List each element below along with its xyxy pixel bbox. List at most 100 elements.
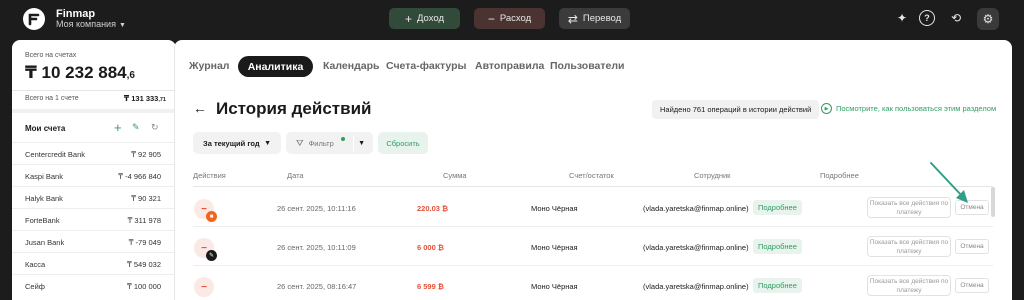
chevron-down-icon: ▼ <box>358 139 365 147</box>
active-filter-dot <box>341 137 345 141</box>
refresh-icon[interactable]: ↻ <box>151 122 159 133</box>
tab-users[interactable]: Пользователи <box>550 60 624 72</box>
divider <box>12 109 176 113</box>
account-item[interactable]: Centercredit Bank ₸ 92 905 <box>12 142 176 164</box>
account-item[interactable]: Halyk Bank ₸ 90 321 <box>12 186 176 208</box>
page-title: История действий <box>216 99 372 118</box>
column-header-account: Счет/остаток <box>569 171 614 180</box>
account-name: ForteBank <box>25 216 60 225</box>
account-value: ₸ -79 049 <box>128 238 161 247</box>
cancel-action-button[interactable]: Отмена <box>955 239 989 254</box>
transfer-icon: ⇄ <box>567 11 578 26</box>
tab-calendar[interactable]: Календарь <box>323 60 379 72</box>
chevron-down-icon: ▼ <box>118 22 126 29</box>
chevron-down-icon: ▼ <box>264 139 271 147</box>
plus-icon: + <box>405 11 413 26</box>
account-name: Halyk Bank <box>25 194 63 203</box>
total-balance-label: Всего на счетах <box>25 52 77 59</box>
row-sum: 220.03 ₿ <box>417 204 449 213</box>
column-header-details: Подробнее <box>820 171 859 180</box>
table-row: − 26 сент. 2025, 08:16:47 6 599 ₿ Моно Ч… <box>175 267 995 300</box>
account-name: Centercredit Bank <box>25 150 86 159</box>
row-date: 26 сент. 2025, 10:11:16 <box>277 204 356 213</box>
row-employee: (vlada.yaretska@finmap.online) <box>643 204 749 213</box>
help-video-link[interactable]: ▶ Посмотрите, как пользоваться этим разде… <box>821 103 996 114</box>
add-account-icon[interactable]: + <box>114 120 122 135</box>
top-bar: Finmap Моя компания ▼ + Доход − Расход ⇄ Пер… <box>0 0 1024 38</box>
add-expense-button[interactable]: − Расход <box>474 8 545 29</box>
trash-icon: ■ <box>206 211 217 222</box>
account-value: ₸ 92 905 <box>131 150 161 159</box>
help-link-text: Посмотрите, как пользоваться этим раздел… <box>836 104 997 113</box>
one-account-balance: ₸ 131 333,71 <box>124 94 166 103</box>
account-item[interactable]: ForteBank ₸ 311 978 <box>12 208 176 230</box>
help-icon[interactable]: ? <box>919 10 935 26</box>
show-all-actions-button[interactable]: Показать все действия по платежу <box>867 236 951 257</box>
sparkle-icon[interactable]: ✦ <box>894 10 910 26</box>
add-income-button[interactable]: + Доход <box>389 8 460 29</box>
account-name: Сейф <box>25 282 45 291</box>
accounts-sidebar: Всего на счетах ₸ 10 232 884,6 Всего на … <box>12 40 176 300</box>
operations-found-badge: Найдено 761 операций в истории действий <box>652 100 820 119</box>
filter-dropdown[interactable]: ⛛ Фильтр ▼ <box>286 132 373 154</box>
table-row: − ■ 26 сент. 2025, 10:11:16 220.03 ₿ Мон… <box>175 189 995 227</box>
account-item[interactable]: Касса ₸ 549 032 <box>12 252 176 274</box>
reset-filters-button[interactable]: Сбросить <box>378 132 428 154</box>
my-accounts-title: Мои счета <box>25 124 66 133</box>
account-value: ₸ 549 032 <box>127 260 161 269</box>
account-name: Касса <box>25 260 46 269</box>
column-header-actions: Действия <box>193 171 226 180</box>
minus-icon: − <box>487 11 495 26</box>
details-button[interactable]: Подробнее <box>753 200 802 215</box>
details-button[interactable]: Подробнее <box>753 239 802 254</box>
divider <box>193 186 993 187</box>
history-icon[interactable]: ⟲ <box>948 10 964 26</box>
tab-autorules[interactable]: Автоправила <box>475 60 544 72</box>
expense-label: Расход <box>499 13 532 24</box>
divider <box>193 265 993 266</box>
edit-icon[interactable]: ✎ <box>132 122 140 133</box>
filter-label: Фильтр <box>308 138 334 148</box>
tab-analytics[interactable]: Аналитика <box>238 56 313 77</box>
annotation-arrow-icon <box>930 162 968 203</box>
one-account-label: Всего на 1 счете <box>25 95 79 102</box>
row-employee: (vlada.yaretska@finmap.online) <box>643 282 749 291</box>
tab-journal[interactable]: Журнал <box>189 60 229 72</box>
company-selector[interactable]: Моя компания ▼ <box>56 19 126 29</box>
account-value: ₸ 100 000 <box>127 282 161 291</box>
table-row: − ✎ 26 сент. 2025, 10:11:09 6 000 ₿ Моно… <box>175 228 995 266</box>
finmap-logo-icon[interactable] <box>22 7 46 31</box>
back-arrow-icon[interactable]: ← <box>193 100 207 116</box>
transfer-label: Перевод <box>582 13 622 24</box>
row-sum: 6 599 ₿ <box>417 282 444 291</box>
period-dropdown[interactable]: За текущий год ▼ <box>193 132 281 154</box>
row-date: 26 сент. 2025, 08:16:47 <box>277 282 357 291</box>
account-value: ₸ 311 978 <box>127 216 161 225</box>
one-account-decimals: ,71 <box>158 97 166 103</box>
settings-icon[interactable]: ⚙ <box>977 8 999 30</box>
column-header-sum: Сумма <box>443 171 467 180</box>
tab-invoices[interactable]: Счета-фактуры <box>386 60 467 72</box>
account-item[interactable]: Сейф ₸ 100 000 <box>12 274 176 296</box>
row-date: 26 сент. 2025, 10:11:09 <box>277 243 356 252</box>
period-label: За текущий год <box>203 138 260 148</box>
account-name: Kaspi Bank <box>25 172 63 181</box>
row-account: Моно Чёрная <box>531 282 578 291</box>
total-balance: ₸ 10 232 884,6 <box>25 63 135 83</box>
funnel-icon: ⛛ <box>296 137 304 148</box>
cancel-action-button[interactable]: Отмена <box>955 278 989 293</box>
details-button[interactable]: Подробнее <box>753 278 802 293</box>
row-employee: (vlada.yaretska@finmap.online) <box>643 243 749 252</box>
account-item[interactable]: Jusan Bank ₸ -79 049 <box>12 230 176 252</box>
row-account: Моно Чёрная <box>531 204 578 213</box>
add-transfer-button[interactable]: ⇄ Перевод <box>559 8 630 29</box>
account-name: Jusan Bank <box>25 238 65 247</box>
table-scrollbar[interactable] <box>991 187 995 217</box>
company-name: Моя компания <box>56 19 116 29</box>
expense-icon: − <box>194 277 214 297</box>
account-value: ₸ -4 966 840 <box>118 172 161 181</box>
pencil-icon: ✎ <box>206 250 217 261</box>
row-account: Моно Чёрная <box>531 243 578 252</box>
show-all-actions-button[interactable]: Показать все действия по платежу <box>867 275 951 296</box>
account-item[interactable]: Kaspi Bank ₸ -4 966 840 <box>12 164 176 186</box>
